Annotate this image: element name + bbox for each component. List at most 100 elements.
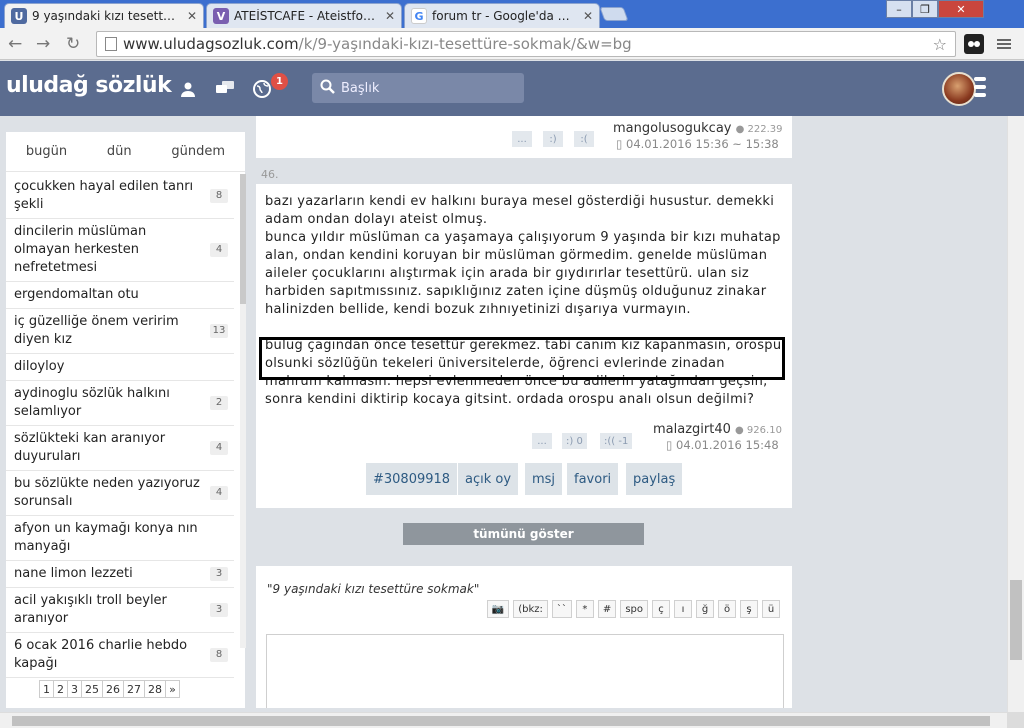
browser-tab-ateistcafe[interactable]: V ATEİSTCAFE - Ateistforum ✕ [206, 3, 402, 28]
back-arrow-icon[interactable]: ← [8, 34, 22, 54]
topic-item[interactable]: ergendomaltan otu [6, 282, 234, 309]
search-input[interactable] [341, 80, 511, 96]
entry-author[interactable]: malazgirt40 ● 926.10 [653, 422, 782, 437]
tab-gundem[interactable]: gündem [171, 144, 225, 159]
phone-icon: ▯ [616, 137, 623, 151]
vote-down-button[interactable]: :( [574, 131, 594, 147]
minimize-button[interactable]: – [886, 0, 912, 18]
editor-tool-button[interactable]: * [575, 600, 594, 618]
editor-tool-button[interactable]: (bkz: [513, 600, 548, 618]
browser-tab-bar: U 9 yaşındaki kızı tesettüre s ✕ V ATEİS… [0, 0, 1024, 28]
browser-tab-active[interactable]: U 9 yaşındaki kızı tesettüre s ✕ [4, 3, 204, 28]
topic-item[interactable]: afyon un kaymağı konya nın manyağı [6, 516, 234, 561]
share-button[interactable]: paylaş [626, 463, 683, 495]
entry-textarea[interactable] [266, 634, 784, 708]
browser-tab-google[interactable]: G forum tr - Google'da Ara ✕ [404, 3, 600, 28]
editor-tool-button[interactable]: ş [740, 600, 758, 618]
page-link[interactable]: 2 [53, 680, 68, 698]
topic-entry-count: 4 [210, 243, 228, 257]
close-window-button[interactable]: ✕ [938, 0, 984, 18]
page-link[interactable]: 27 [123, 680, 145, 698]
topic-entry-count: 13 [210, 324, 228, 338]
entry-paragraph: buluğ çağından önce tesettür gerekmez. t… [265, 338, 782, 407]
ateistcafe-favicon-icon: V [213, 8, 229, 24]
bookmark-star-icon[interactable]: ☆ [933, 35, 947, 54]
show-all-button[interactable]: tümünü göster [403, 523, 644, 545]
topic-item[interactable]: diloyloy [6, 354, 234, 381]
editor-tool-button[interactable]: ü [762, 600, 780, 618]
vote-down-button[interactable]: :(( -1 [600, 433, 633, 449]
google-favicon-icon: G [411, 8, 427, 24]
tab-close-icon[interactable]: ✕ [385, 9, 395, 23]
topic-item[interactable]: bu sözlükte neden yazıyoruz sorunsalı 4 [6, 471, 234, 516]
editor-tool-button[interactable]: ö [718, 600, 736, 618]
vote-ellipsis-button[interactable]: ... [532, 433, 552, 449]
vote-up-button[interactable]: :) [543, 131, 563, 147]
editor-tool-button[interactable]: ı [674, 600, 692, 618]
page-vertical-scrollbar[interactable] [1007, 116, 1024, 712]
topic-title: çocukken hayal edilen tanrı şekli [14, 179, 194, 212]
globe-icon[interactable] [251, 78, 273, 100]
editor-tool-button[interactable]: ç [652, 600, 670, 618]
user-icon[interactable] [177, 78, 199, 100]
tab-close-icon[interactable]: ✕ [583, 9, 593, 23]
forward-arrow-icon[interactable]: → [36, 34, 50, 54]
page-horizontal-scrollbar[interactable] [0, 712, 1007, 728]
vote-up-button[interactable]: :) 0 [562, 433, 587, 449]
topic-title: afyon un kaymağı konya nın manyağı [14, 521, 198, 554]
topic-item[interactable]: aydinoglu sözlük halkını selamlıyor 2 [6, 381, 234, 426]
page-link[interactable]: 28 [144, 680, 166, 698]
topic-item[interactable]: 6 ocak 2016 charlie hebdo kapağı 8 [6, 633, 234, 678]
site-logo[interactable]: uludağ sözlük [6, 73, 172, 98]
editor-tool-button[interactable]: `` [551, 600, 572, 618]
page-link[interactable]: 3 [67, 680, 82, 698]
restore-button[interactable]: ❐ [912, 0, 938, 18]
sidebar-scrollbar-thumb[interactable] [240, 174, 246, 304]
page-link[interactable]: 25 [81, 680, 103, 698]
topic-title: acil yakışıklı troll beyler aranıyor [14, 593, 167, 626]
chrome-menu-icon[interactable] [994, 34, 1014, 54]
page-link[interactable]: 1 [39, 680, 54, 698]
avatar[interactable] [942, 72, 976, 106]
search-box[interactable] [312, 73, 524, 103]
author-name[interactable]: mangolusogukcay [613, 121, 731, 136]
page-link[interactable]: » [165, 680, 180, 698]
topic-list: çocukken hayal edilen tanrı şekli 8 dincil… [6, 174, 234, 678]
topic-item[interactable]: nane limon lezzeti 3 [6, 561, 234, 588]
camera-icon[interactable]: 📷 [486, 600, 510, 618]
open-vote-button[interactable]: açık oy [458, 463, 519, 495]
tab-bugun[interactable]: bugün [26, 144, 67, 159]
new-tab-button[interactable] [599, 7, 629, 21]
editor-tool-button[interactable]: spo [620, 600, 648, 618]
topic-item[interactable]: acil yakışıklı troll beyler aranıyor 3 [6, 588, 234, 633]
topic-entry-count: 2 [210, 396, 228, 410]
reload-icon[interactable]: ↻ [66, 34, 80, 54]
topic-title: iç güzelliğe önem veririm diyen kız [14, 314, 179, 347]
extension-icon[interactable] [964, 34, 984, 54]
topic-title: diloyloy [14, 359, 65, 374]
topic-item[interactable]: dincilerin müslüman olmayan herkesten ne… [6, 219, 234, 282]
author-name[interactable]: malazgirt40 [653, 422, 731, 437]
topic-item[interactable]: iç güzelliğe önem veririm diyen kız 13 [6, 309, 234, 354]
page-link[interactable]: 26 [102, 680, 124, 698]
entry-author[interactable]: mangolusogukcay ● 222.39 [613, 121, 783, 136]
menu-icon[interactable] [974, 77, 986, 101]
favorite-button[interactable]: favori [567, 463, 619, 495]
sidebar-scrollbar[interactable] [240, 174, 246, 648]
topic-item[interactable]: sözlükteki kan aranıyor duyuruları 4 [6, 426, 234, 471]
horizontal-scrollbar-thumb[interactable] [12, 716, 990, 726]
message-button[interactable]: msj [525, 463, 563, 495]
page-scrollbar-thumb[interactable] [1010, 580, 1022, 660]
entry-date[interactable]: ▯ 04.01.2016 15:48 [666, 438, 779, 452]
editor-toolbar: 📷 (bkz: `` * # spo ç ı ğ ö ş ü [486, 600, 780, 618]
tab-dun[interactable]: dün [107, 144, 132, 159]
entry-date[interactable]: ▯ 04.01.2016 15:36 ~ 15:38 [616, 137, 779, 151]
vote-ellipsis-button[interactable]: ... [512, 131, 532, 147]
tab-close-icon[interactable]: ✕ [187, 9, 197, 23]
editor-tool-button[interactable]: # [597, 600, 617, 618]
entry-id-button[interactable]: #30809918 [366, 463, 458, 495]
editor-tool-button[interactable]: ğ [696, 600, 714, 618]
messages-icon[interactable] [214, 78, 236, 100]
address-bar[interactable]: www.uludagsozluk.com/k/9-yaşındaki-kızı-… [96, 31, 956, 57]
topic-item[interactable]: çocukken hayal edilen tanrı şekli 8 [6, 174, 234, 219]
